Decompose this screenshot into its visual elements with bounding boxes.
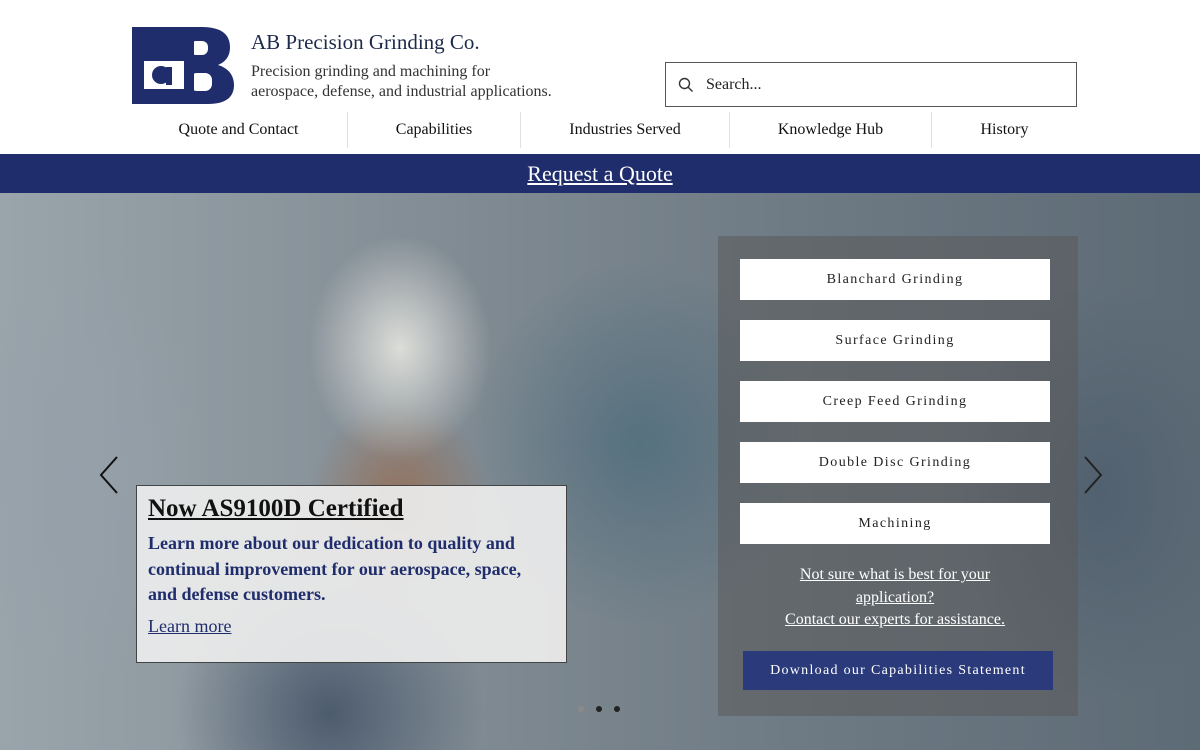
hero-slideshow: Now AS9100D Certified Learn more about o…	[0, 193, 1200, 750]
nav-item-knowledge-hub[interactable]: Knowledge Hub	[730, 112, 932, 148]
nav-item-industries-served[interactable]: Industries Served	[521, 112, 730, 148]
company-name: AB Precision Grinding Co.	[251, 30, 480, 54]
surface-grinding-button[interactable]: Surface Grinding	[740, 320, 1050, 361]
certification-description: Learn more about our dedication to quali…	[148, 533, 522, 604]
request-quote-link[interactable]: Request a Quote	[527, 161, 672, 187]
slide-dot-2[interactable]	[596, 706, 602, 712]
creep-feed-grinding-button[interactable]: Creep Feed Grinding	[740, 381, 1050, 422]
certification-card: Now AS9100D Certified Learn more about o…	[136, 485, 567, 663]
search-icon[interactable]	[666, 63, 706, 106]
capabilities-panel: Blanchard Grinding Surface Grinding Cree…	[718, 236, 1078, 716]
search-box[interactable]	[665, 62, 1077, 107]
slide-indicators	[578, 706, 620, 712]
main-nav: Quote and Contact Capabilities Industrie…	[130, 112, 1077, 148]
chevron-left-icon[interactable]	[97, 455, 121, 495]
contact-experts-link[interactable]: Contact our experts for assistance.	[740, 609, 1050, 632]
nav-item-history[interactable]: History	[932, 112, 1077, 148]
quote-banner: Request a Quote	[0, 154, 1200, 193]
learn-more-link[interactable]: Learn more	[148, 616, 231, 637]
nav-item-capabilities[interactable]: Capabilities	[348, 112, 521, 148]
slide-dot-3[interactable]	[614, 706, 620, 712]
download-capabilities-button[interactable]: Download our Capabilities Statement	[743, 651, 1053, 690]
not-sure-link[interactable]: Not sure what is best for your applicati…	[795, 564, 995, 609]
certification-title: Now AS9100D Certified	[148, 495, 404, 522]
double-disc-grinding-button[interactable]: Double Disc Grinding	[740, 442, 1050, 483]
tagline-line-2: aerospace, defense, and industrial appli…	[251, 83, 552, 100]
machining-button[interactable]: Machining	[740, 503, 1050, 544]
nav-item-quote-and-contact[interactable]: Quote and Contact	[130, 112, 348, 148]
chevron-right-icon[interactable]	[1081, 455, 1105, 495]
tagline: Precision grinding and machining for aer…	[251, 62, 591, 102]
tagline-line-1: Precision grinding and machining for	[251, 63, 491, 80]
search-input[interactable]	[706, 75, 1066, 94]
slide-dot-1[interactable]	[578, 706, 584, 712]
company-logo[interactable]	[130, 27, 234, 104]
blanchard-grinding-button[interactable]: Blanchard Grinding	[740, 259, 1050, 300]
capabilities-help: Not sure what is best for your applicati…	[740, 564, 1050, 632]
